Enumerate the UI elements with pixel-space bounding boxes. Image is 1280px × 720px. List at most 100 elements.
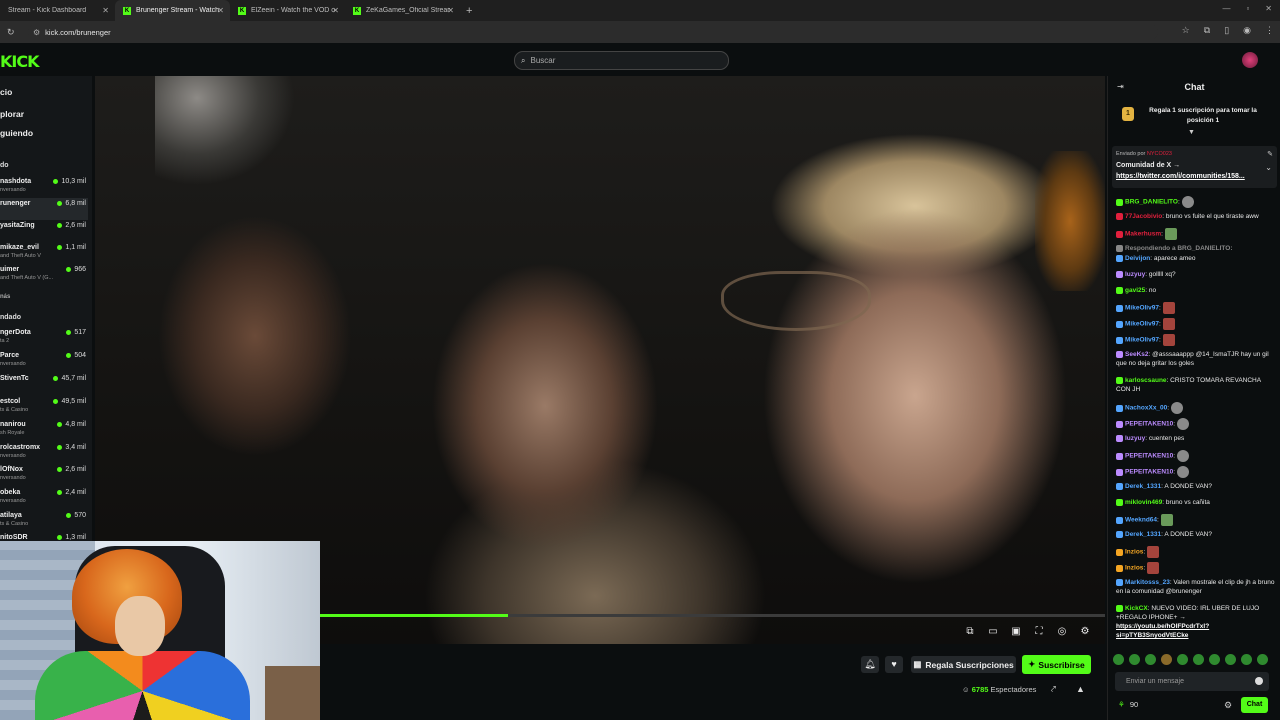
sidebar-channel[interactable]: StivenTc 45,7 mil xyxy=(0,373,88,395)
miniplayer-icon[interactable]: ⧉ xyxy=(964,626,976,638)
notifications-button[interactable]: 🔔︎ xyxy=(861,656,879,673)
close-window-icon[interactable]: ✕ xyxy=(1265,4,1272,13)
quick-emote-icon[interactable] xyxy=(1209,654,1220,665)
minimize-icon[interactable]: — xyxy=(1222,4,1230,13)
close-tab-icon[interactable]: ✕ xyxy=(102,6,109,15)
sidebar-channel[interactable]: rolcastromx nversando 3,4 mil xyxy=(0,442,88,464)
sidebar-channel[interactable]: mikaze_evil and Theft Auto V 1,1 mil xyxy=(0,242,88,264)
sidebar-channel[interactable]: yasitaZing 2,6 mil xyxy=(0,220,88,242)
sidebar-channel[interactable]: ngerDota ta 2 517 xyxy=(0,327,88,349)
sidebar-channel[interactable]: lOfNox nversando 2,6 mil xyxy=(0,464,88,486)
kick-logo[interactable]: KICK xyxy=(0,52,39,71)
close-tab-icon[interactable]: ✕ xyxy=(217,6,224,15)
chat-username[interactable]: karloscsaune xyxy=(1125,377,1167,384)
report-icon[interactable]: ▲ xyxy=(1076,684,1085,694)
emoji-picker-icon[interactable] xyxy=(1255,677,1263,685)
nav-following[interactable]: guiendo xyxy=(0,128,33,138)
user-avatar[interactable] xyxy=(1242,52,1258,68)
pinned-link[interactable]: https://twitter.com/i/communities/158... xyxy=(1116,173,1245,180)
chat-send-button[interactable]: Chat xyxy=(1241,697,1268,713)
site-info-icon[interactable]: ⚙ xyxy=(33,28,40,37)
expand-icon[interactable]: ▼ xyxy=(1188,129,1195,136)
chat-username[interactable]: Makerhusm xyxy=(1125,231,1161,238)
chat-username[interactable]: PEPEITAKEN10 xyxy=(1125,453,1173,460)
chat-settings-icon[interactable]: ⚙ xyxy=(1224,700,1232,711)
quick-emote-icon[interactable] xyxy=(1129,654,1140,665)
pinned-message[interactable]: Enviado por NYCO023 Comunidad de X → htt… xyxy=(1112,146,1277,188)
chat-username[interactable]: MikeOliv97 xyxy=(1125,305,1159,312)
chat-username[interactable]: Markitosss_23 xyxy=(1125,579,1170,586)
gift-subs-button[interactable]: ▦ Regala Suscripciones xyxy=(911,656,1016,673)
sidebar-channel[interactable]: runenger 6,8 mil xyxy=(0,198,88,220)
browser-menu-icon[interactable]: ⋮ xyxy=(1265,25,1274,36)
chat-username[interactable]: luzyuy xyxy=(1125,435,1145,442)
profile-icon[interactable]: ◉ xyxy=(1243,25,1251,36)
gift-leaderboard-banner[interactable]: 1 Regala 1 suscripción para tomar la pos… xyxy=(1108,100,1280,140)
chat-username[interactable]: gavi25 xyxy=(1125,287,1145,294)
reload-icon[interactable]: ↻ xyxy=(7,27,15,38)
sidebar-channel[interactable]: nashdota nversando 10,3 mil xyxy=(0,176,88,198)
sidebar-channel[interactable]: nanirou sh Royale 4,8 mil xyxy=(0,419,88,441)
quick-emote-icon[interactable] xyxy=(1145,654,1156,665)
extensions-icon[interactable]: ⧉ xyxy=(1204,25,1210,36)
chat-username[interactable]: 77Jacobivio xyxy=(1125,213,1162,220)
theater-mode-icon[interactable]: ▭ xyxy=(987,626,999,638)
quick-emote-icon[interactable] xyxy=(1177,654,1188,665)
chat-username[interactable]: Derek_1331 xyxy=(1125,531,1161,538)
nav-explore[interactable]: plorar xyxy=(0,109,24,119)
channel-points[interactable]: ⚘ 90 xyxy=(1118,700,1138,709)
browser-tab-elzeein[interactable]: K ElZeein - Watch the VOD on Kick ✕ xyxy=(230,0,345,21)
chat-username[interactable]: MikeOliv97 xyxy=(1125,321,1159,328)
new-tab-icon[interactable]: + xyxy=(466,5,472,17)
quick-emote-icon[interactable] xyxy=(1161,654,1172,665)
chat-link[interactable]: https://youtu.be/hOlFPcdrTxl?si=pTYB3Sny… xyxy=(1116,623,1209,639)
chat-username[interactable]: Respondiendo a BRG_DANIELITO: xyxy=(1125,245,1233,252)
quick-emote-icon[interactable] xyxy=(1257,654,1268,665)
sidebar-channel[interactable]: obeka nversando 2,4 mil xyxy=(0,487,88,509)
browser-tab-zekagames[interactable]: K ZeKaGames_Oficial Stream - Watch ✕ xyxy=(345,0,460,21)
browser-tab-kick-dashboard[interactable]: Stream - Kick Dashboard ✕ xyxy=(0,0,115,21)
browser-tab-brunenger[interactable]: K Brunenger Stream - Watch Live ✕ xyxy=(115,0,230,21)
chat-username[interactable]: Weeknd64 xyxy=(1125,517,1157,524)
chat-username[interactable]: Derek_1331 xyxy=(1125,483,1161,490)
follow-heart-button[interactable]: ♥ xyxy=(885,656,903,673)
chevron-down-icon[interactable]: ⌄ xyxy=(1265,163,1272,172)
sidebar-channel[interactable]: uimer and Theft Auto V (G... 966 xyxy=(0,264,88,286)
chat-username[interactable]: BRG_DANIELITO xyxy=(1125,199,1178,206)
quick-emote-icon[interactable] xyxy=(1113,654,1124,665)
fullscreen-icon[interactable]: ⛶ xyxy=(1033,626,1045,638)
sidebar-channel[interactable]: atilaya ts & Casino 570 xyxy=(0,510,88,532)
chat-username[interactable]: luzyuy xyxy=(1125,271,1145,278)
clip-icon[interactable]: ◎ xyxy=(1056,626,1068,638)
share-icon[interactable]: ⤤ xyxy=(1051,684,1056,695)
chat-username[interactable]: PEPEITAKEN10 xyxy=(1125,421,1173,428)
chat-message-input[interactable]: Enviar un mensaje xyxy=(1115,672,1269,691)
close-tab-icon[interactable]: ✕ xyxy=(447,6,454,15)
chat-username[interactable]: MikeOliv97 xyxy=(1125,337,1159,344)
subscribe-button[interactable]: ✦ Suscribirse xyxy=(1022,655,1091,674)
chat-username[interactable]: SeeKs2 xyxy=(1125,351,1149,358)
quick-emote-icon[interactable] xyxy=(1193,654,1204,665)
chat-username[interactable]: PEPEITAKEN10 xyxy=(1125,469,1173,476)
maximize-icon[interactable]: ▫ xyxy=(1246,4,1249,13)
bookmark-star-icon[interactable]: ☆ xyxy=(1182,25,1190,36)
close-tab-icon[interactable]: ✕ xyxy=(332,6,339,15)
chat-username[interactable]: Deivijon xyxy=(1125,255,1150,262)
sidebar-channel[interactable]: Parce nversando 504 xyxy=(0,350,88,372)
quick-emote-icon[interactable] xyxy=(1225,654,1236,665)
chat-username[interactable]: NachoxXx_00 xyxy=(1125,405,1167,412)
sidebar-channel[interactable]: estcol ts & Casino 49,5 mil xyxy=(0,396,88,418)
pin-icon[interactable]: ✎ xyxy=(1267,150,1273,158)
nav-home[interactable]: cio xyxy=(0,87,12,97)
pip-icon[interactable]: ▣ xyxy=(1010,626,1022,638)
url-field[interactable]: ⚙ kick.com/brunenger xyxy=(28,24,1158,40)
quick-emote-icon[interactable] xyxy=(1241,654,1252,665)
sidepanel-icon[interactable]: ▯ xyxy=(1224,25,1229,36)
search-input[interactable]: ⌕ Buscar xyxy=(514,51,729,70)
video-progress-bar[interactable] xyxy=(320,614,1105,617)
settings-icon[interactable]: ⚙ xyxy=(1079,626,1091,638)
show-more-link[interactable]: nás xyxy=(0,294,10,300)
chat-username[interactable]: miklovin469 xyxy=(1125,499,1162,506)
chat-username[interactable]: Inzios xyxy=(1125,549,1143,556)
chat-username[interactable]: Inzios xyxy=(1125,565,1143,572)
